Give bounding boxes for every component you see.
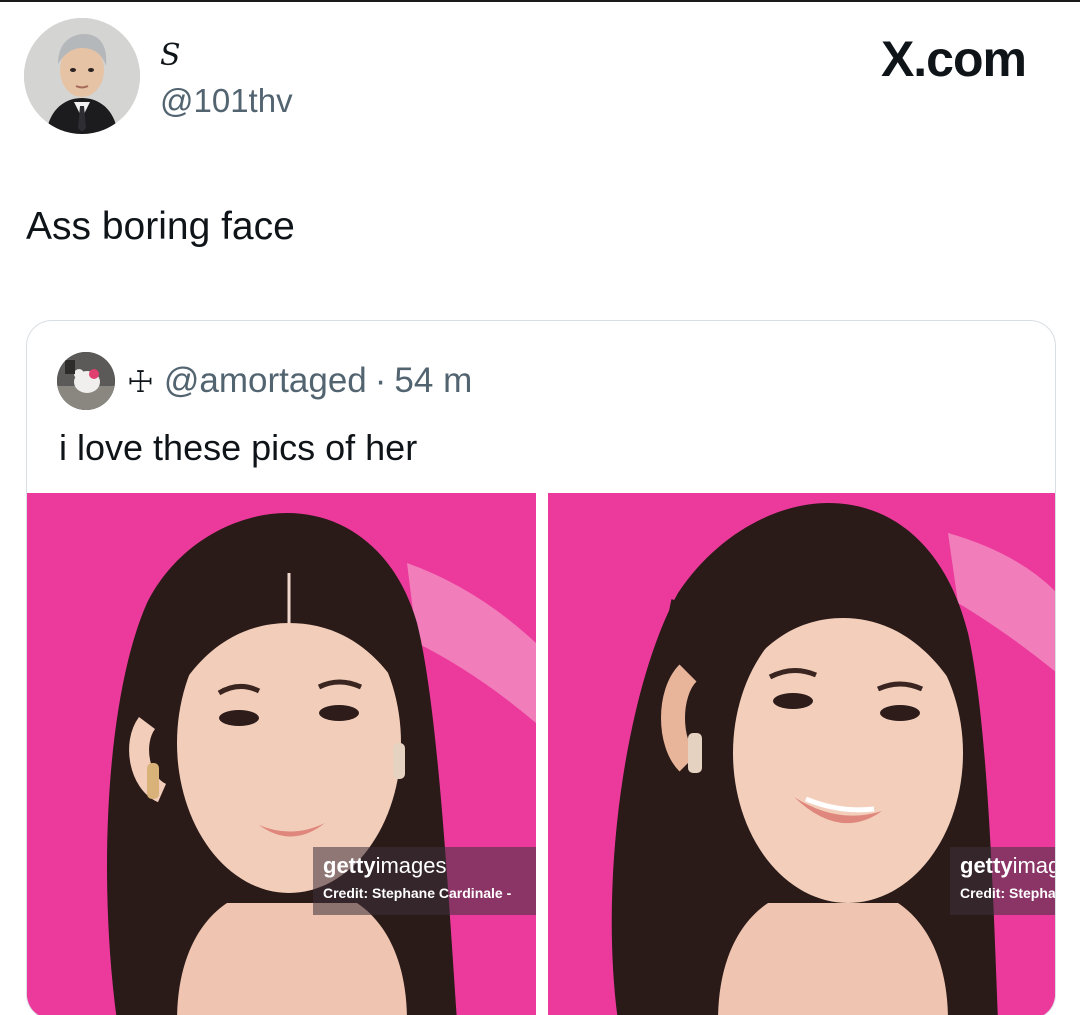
- quoted-tweet-meta: ☩ @amortaged · 54 m: [127, 361, 472, 401]
- media-photo-2[interactable]: gettyimag Credit: Stepha: [548, 493, 1055, 1015]
- quoted-tweet-header: ☩ @amortaged · 54 m: [57, 351, 472, 411]
- photo-2-image: [548, 493, 1055, 1015]
- quoted-author-avatar[interactable]: [57, 352, 115, 410]
- getty-watermark-2: gettyimag Credit: Stepha: [950, 847, 1055, 915]
- getty-watermark-1: gettyimages Credit: Stephane Cardinale -: [313, 847, 536, 915]
- quoted-tweet-text: i love these pics of her: [59, 427, 418, 468]
- quoted-tweet-media: gettyimages Credit: Stephane Cardinale -: [27, 493, 1055, 1015]
- tweet-text: Ass boring face: [26, 205, 295, 248]
- author-handle[interactable]: @101thv: [160, 82, 293, 120]
- author-display-name[interactable]: S: [160, 38, 181, 73]
- author-avatar[interactable]: [24, 18, 140, 134]
- quoted-tweet-timestamp[interactable]: 54 m: [394, 361, 472, 400]
- quoted-avatar-image: [57, 352, 115, 410]
- top-divider: [0, 0, 1080, 2]
- avatar-image: [24, 18, 140, 134]
- meta-separator: ·: [374, 361, 387, 400]
- quoted-author-handle[interactable]: @amortaged: [164, 361, 367, 400]
- x-com-logo: X.com: [880, 31, 1027, 87]
- cross-dagger-icon: ☩: [127, 365, 154, 400]
- media-photo-1[interactable]: gettyimages Credit: Stephane Cardinale -: [27, 493, 536, 1015]
- photo-1-image: [27, 493, 536, 1015]
- quoted-tweet-card[interactable]: ☩ @amortaged · 54 m i love these pics of he…: [26, 320, 1056, 1015]
